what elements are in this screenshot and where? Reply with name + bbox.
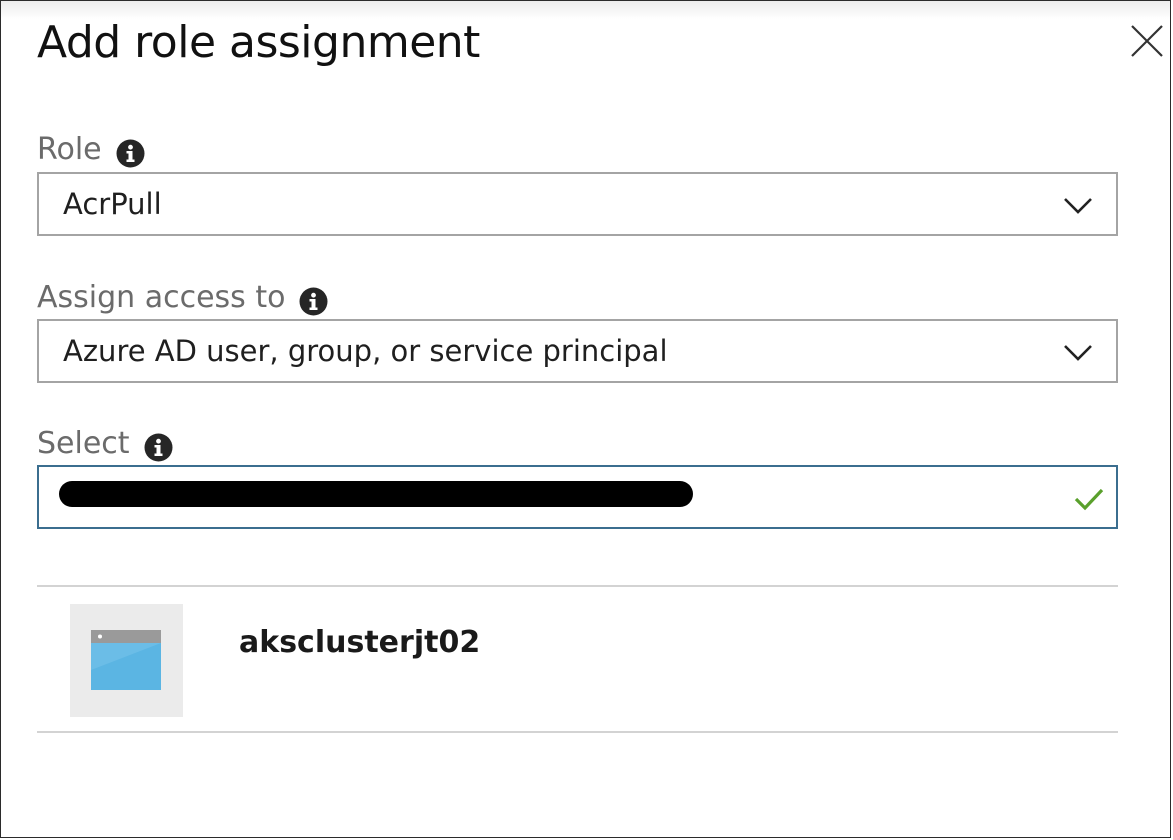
assign-access-dropdown-value: Azure AD user, group, or service princip…: [63, 334, 668, 368]
select-label: Select: [37, 426, 130, 461]
role-label: Role: [37, 132, 102, 167]
checkmark-icon: [1074, 488, 1104, 511]
role-label-row: Role: [37, 131, 145, 169]
assign-access-label-row: Assign access to: [37, 279, 328, 317]
info-icon[interactable]: [116, 139, 145, 168]
add-role-assignment-blade: Add role assignment Role AcrPull Assign …: [0, 0, 1171, 838]
chevron-down-icon: [1064, 345, 1092, 361]
assign-access-label: Assign access to: [37, 280, 286, 315]
result-icon-tile: [70, 604, 183, 717]
chevron-down-icon: [1064, 198, 1092, 214]
app-window-icon: [91, 630, 161, 690]
close-button[interactable]: [1127, 21, 1167, 61]
close-icon: [1131, 25, 1163, 57]
select-search-field[interactable]: [37, 465, 1118, 529]
blade-title: Add role assignment: [37, 17, 480, 68]
role-dropdown-value: AcrPull: [63, 187, 162, 221]
info-icon[interactable]: [144, 433, 173, 462]
result-list-item[interactable]: aksclusterjt02: [37, 589, 1118, 731]
results-divider-top: [37, 585, 1118, 587]
info-icon[interactable]: [299, 287, 328, 316]
role-dropdown[interactable]: AcrPull: [37, 172, 1118, 236]
results-divider-bottom: [37, 731, 1118, 733]
result-name: aksclusterjt02: [239, 625, 481, 660]
assign-access-dropdown[interactable]: Azure AD user, group, or service princip…: [37, 319, 1118, 383]
select-search-input[interactable]: [61, 473, 1021, 521]
select-label-row: Select: [37, 425, 173, 463]
